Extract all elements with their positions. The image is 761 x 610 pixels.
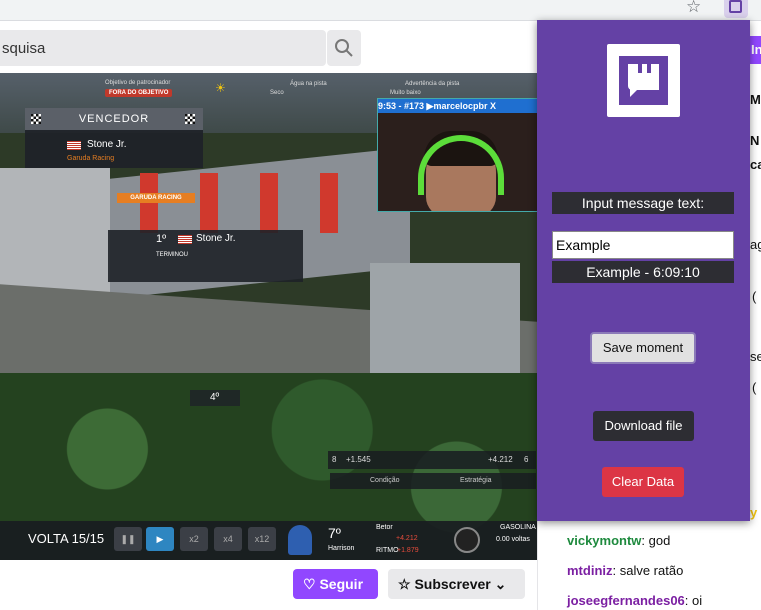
clear-data-button[interactable]: Clear Data xyxy=(602,467,684,497)
position-team: GARUDA RACING xyxy=(117,193,195,203)
car-marker: 4º xyxy=(190,390,240,406)
star-icon: ☆ xyxy=(398,576,411,592)
gap-left: +1.545 xyxy=(346,455,371,464)
browser-toolbar xyxy=(0,0,761,21)
chat-fragment: MI xyxy=(750,92,761,107)
chat-username[interactable]: joseegfernandes06 xyxy=(567,593,685,608)
winner-title: VENCEDOR xyxy=(25,108,203,130)
track-water-label: Água na pista xyxy=(290,81,327,87)
chat-text: : salve ratão xyxy=(612,563,684,578)
video-scene-stripe xyxy=(320,173,338,233)
best-value: +4.212 xyxy=(396,535,418,542)
message-input[interactable] xyxy=(552,231,734,259)
chat-fragment: ( xyxy=(752,289,757,304)
track-warning-label: Advertência da pista xyxy=(405,81,460,87)
race-bottom-hud: VOLTA 15/15 ❚❚ ▶ x2 x4 x12 7º Harrison B… xyxy=(0,521,537,560)
sponsor-label: Objetivo de patrocinador xyxy=(105,80,171,86)
lap-counter: VOLTA 15/15 xyxy=(28,531,105,546)
chat-fragment: ag xyxy=(750,237,761,252)
chat-message: vickymontw: god xyxy=(567,533,670,548)
gap-bar: 8 +1.545 +4.212 6 xyxy=(328,451,536,469)
subscribe-button[interactable]: ☆ Subscrever ⌄ xyxy=(388,569,525,599)
position-card: 1º Stone Jr. TERMINOU xyxy=(108,230,303,282)
webcam-overlay: 9:53 - #173 ▶marcelocpbr X xyxy=(377,98,537,212)
chat-username[interactable]: mtdiniz xyxy=(567,563,613,578)
strategy-bar[interactable]: Condição Estratégia xyxy=(330,473,536,489)
strategy-tab[interactable]: Estratégia xyxy=(460,477,492,484)
checkered-flag-icon xyxy=(185,114,195,124)
video-scene-stripe xyxy=(260,173,278,233)
marker-position: 4º xyxy=(210,392,220,403)
extension-popup: Input message text: Example - 6:09:10 Sa… xyxy=(537,20,750,521)
chat-highlight-mark: y xyxy=(750,505,758,520)
speed-x4-button[interactable]: x4 xyxy=(214,527,242,551)
track-value: Muito baixo xyxy=(390,90,421,96)
fuel-value: 0.00 voltas xyxy=(496,536,530,543)
condition-tab[interactable]: Condição xyxy=(370,477,400,484)
us-flag-icon xyxy=(178,235,192,244)
video-scene-building xyxy=(0,168,110,298)
fuel-label: GASOLINA xyxy=(500,524,536,531)
position-status: TERMINOU xyxy=(156,252,188,258)
speed-x12-button[interactable]: x12 xyxy=(248,527,276,551)
moment-preview: Example - 6:09:10 xyxy=(552,261,734,283)
video-scene-stripe xyxy=(140,173,158,233)
sun-icon: ☀ xyxy=(215,81,226,95)
driver-name: Harrison xyxy=(328,545,355,552)
winner-driver: Stone Jr. xyxy=(87,139,127,150)
chat-message: joseegfernandes06: oi xyxy=(567,593,702,608)
gap-left-pos: 8 xyxy=(332,455,337,464)
driver-position: 7º xyxy=(328,525,341,541)
rhythm-value: +1.879 xyxy=(397,547,419,554)
chevron-down-icon: ⌄ xyxy=(494,576,507,592)
video-scene-building xyxy=(370,263,520,373)
download-file-button[interactable]: Download file xyxy=(593,411,694,441)
position-number: 1º xyxy=(156,233,167,245)
speed-x2-button[interactable]: x2 xyxy=(180,527,208,551)
twitch-logo-icon xyxy=(607,44,680,117)
chat-username[interactable]: vickymontw xyxy=(567,533,641,548)
us-flag-icon xyxy=(67,141,81,150)
weather-value: Seco xyxy=(270,90,284,96)
input-label: Input message text: xyxy=(552,192,734,214)
play-button[interactable]: ▶ xyxy=(146,527,174,551)
chat-fragment: ca xyxy=(750,157,761,172)
search-input[interactable]: squisa xyxy=(0,30,326,66)
pause-button[interactable]: ❚❚ xyxy=(114,527,142,551)
heart-icon: ♡ xyxy=(303,576,316,592)
follow-button[interactable]: ♡ Seguir xyxy=(293,569,378,599)
sponsor-status-badge: FORA DO OBJETIVO xyxy=(105,89,173,97)
chat-message: mtdiniz: salve ratão xyxy=(567,563,683,578)
winner-card: VENCEDOR Stone Jr. Garuda Racing xyxy=(25,108,203,168)
twitch-glyph-icon xyxy=(729,0,742,13)
chat-fragment: ( xyxy=(752,380,757,395)
star-icon[interactable]: ☆ xyxy=(686,0,701,17)
search-button[interactable] xyxy=(327,30,361,66)
best-label: Betor xyxy=(376,524,393,531)
save-moment-button[interactable]: Save moment xyxy=(590,332,696,364)
driver-avatar xyxy=(288,525,312,555)
search-icon xyxy=(335,39,353,57)
fuel-gauge-icon xyxy=(454,527,480,553)
rhythm-label: RITMO xyxy=(376,547,399,554)
chat-text: : god xyxy=(641,533,671,548)
race-top-hud: Objetivo de patrocinador FORA DO OBJETIV… xyxy=(100,78,530,100)
chat-text: : oi xyxy=(684,593,703,608)
follow-label: Seguir xyxy=(319,576,364,592)
gap-right: +4.212 xyxy=(488,455,513,464)
winner-team: Garuda Racing xyxy=(67,155,115,162)
video-player[interactable]: Objetivo de patrocinador FORA DO OBJETIV… xyxy=(0,73,537,560)
subscribe-label: Subscrever xyxy=(414,576,491,592)
twitch-extension-button[interactable] xyxy=(724,0,748,18)
webcam-title-bar: 9:53 - #173 ▶marcelocpbr X xyxy=(378,99,537,113)
video-scene-stripe xyxy=(200,173,218,233)
chat-fragment: se xyxy=(750,349,761,364)
chat-fragment: N xyxy=(750,133,760,148)
checkered-flag-icon xyxy=(31,114,41,124)
position-driver: Stone Jr. xyxy=(196,233,236,244)
gap-right-pos: 6 xyxy=(524,455,529,464)
